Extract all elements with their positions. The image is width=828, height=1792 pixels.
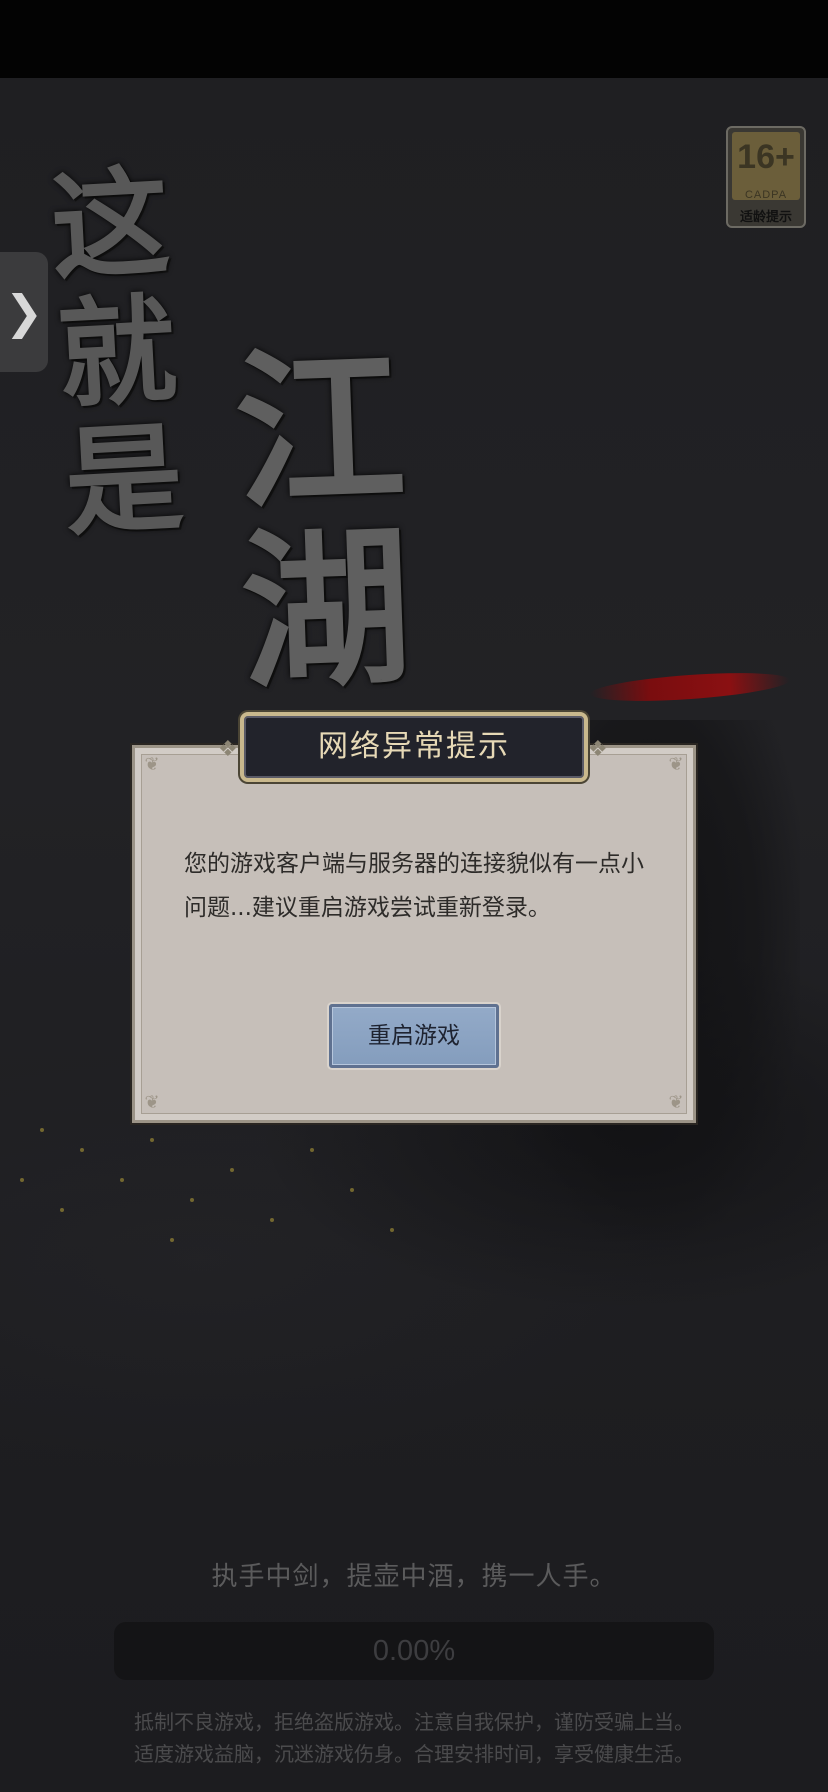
title-ornament-left-icon: ❖ xyxy=(218,737,238,762)
corner-ornament-icon: ❦ xyxy=(668,754,684,775)
dialog-title: 网络异常提示 xyxy=(318,729,510,764)
corner-ornament-icon: ❦ xyxy=(144,1092,160,1113)
age-rating-badge[interactable]: 16+ CADPA 适龄提示 xyxy=(726,126,806,228)
title-ornament-right-icon: ❖ xyxy=(588,737,608,762)
health-notice-line2: 适度游戏益脑，沉迷游戏伤身。合理安排时间，享受健康生活。 xyxy=(134,1742,694,1766)
dialog-title-plate: 网络异常提示 xyxy=(240,712,588,782)
age-rating-number: 16+ xyxy=(737,138,795,176)
loading-progress-bar: 0.00% xyxy=(114,1622,714,1680)
corner-ornament-icon: ❦ xyxy=(668,1092,684,1113)
game-slogan: 执手中剑，提壶中酒，携一人手。 xyxy=(211,1562,617,1592)
corner-ornament-icon: ❦ xyxy=(144,754,160,775)
status-bar xyxy=(0,0,828,78)
side-panel-toggle[interactable]: ❯ xyxy=(0,252,48,372)
age-rating-label: 适龄提示 xyxy=(739,210,792,225)
age-rating-org: CADPA xyxy=(744,189,788,201)
health-notice-line1: 抵制不良游戏，拒绝盗版游戏。注意自我保护，谨防受骗上当。 xyxy=(134,1710,694,1734)
calligraphy-title-part2: 江湖 xyxy=(231,327,415,714)
chevron-right-icon: ❯ xyxy=(4,285,44,339)
loading-progress-text: 0.00% xyxy=(372,1635,456,1667)
dialog-message: 您的游戏客户端与服务器的连接貌似有一点小问题...建议重启游戏尝试重新登录。 xyxy=(184,851,644,921)
restart-game-button[interactable]: 重启游戏 xyxy=(329,1004,499,1068)
calligraphy-title-part1: 这就是 xyxy=(47,151,187,553)
